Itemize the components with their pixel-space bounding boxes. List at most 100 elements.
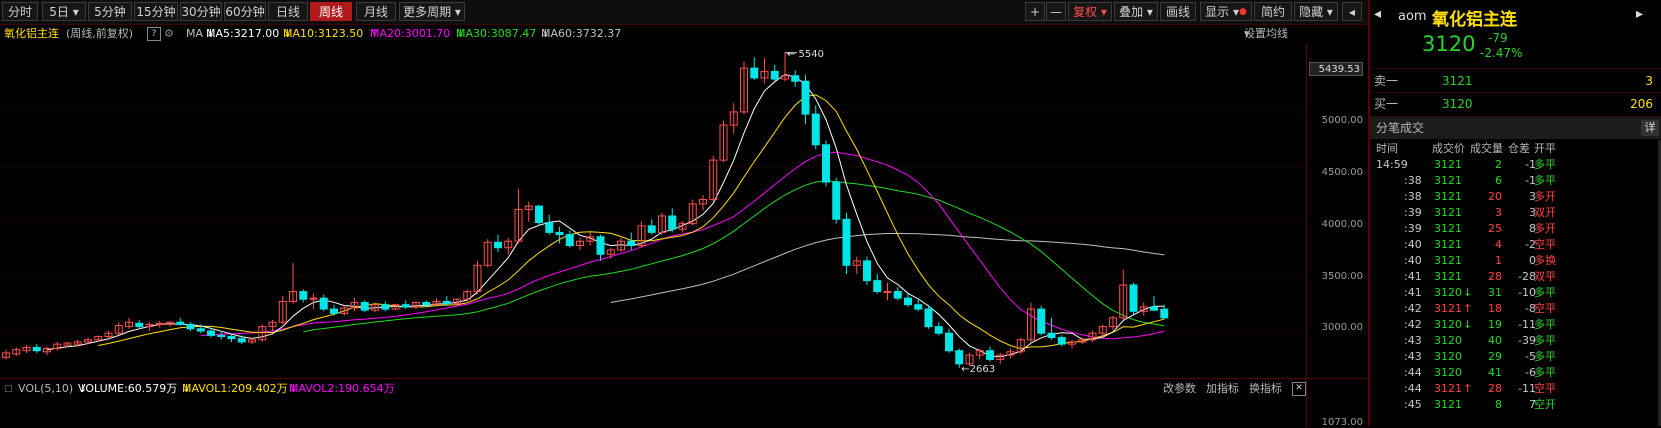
candle-down <box>299 291 308 300</box>
candle-down <box>381 304 390 310</box>
candle-down <box>32 346 41 352</box>
contract-name: 氧化铝主连 <box>4 27 59 40</box>
gear-icon[interactable]: ⚙ <box>164 24 174 44</box>
tick-time: :44 <box>1404 366 1422 379</box>
tick-row: :38 3121 20 3 多开 <box>1370 189 1661 205</box>
kline-svg[interactable]: ← 5540 ←2663 <box>0 44 1306 377</box>
arrow-down-icon: ↓ <box>456 27 466 40</box>
period-tab-5day[interactable]: 5日 ▾ <box>42 2 86 21</box>
candle-down <box>319 297 328 310</box>
price-axis: 5439.53 5000.00 4500.00 4000.00 3500.00 … <box>1306 44 1367 377</box>
chevron-left-icon[interactable]: ◂ <box>1374 6 1381 22</box>
period-tab-60min[interactable]: 60分钟 <box>224 2 266 21</box>
arrow-up-icon: ↑ <box>370 27 380 40</box>
chevron-down-icon: ▾ <box>1146 5 1153 19</box>
tick-volume: 41 <box>1488 366 1502 379</box>
tick-open-close: 多平 <box>1534 158 1556 171</box>
modify-params-button[interactable]: 改参数 <box>1163 379 1196 399</box>
period-tab-daily[interactable]: 日线 <box>268 2 308 21</box>
tick-price: 3121 <box>1434 302 1462 315</box>
arrow-down-icon: ↓ <box>182 382 192 395</box>
candle-down <box>1150 306 1158 311</box>
period-tab-5min[interactable]: 5分钟 <box>88 2 132 21</box>
bid-label: 买一 <box>1374 97 1399 111</box>
period-tab-weekly[interactable]: 周线 <box>310 2 352 21</box>
tick-row: 14:59 3121 2 -1 多平 <box>1370 157 1661 173</box>
low-label: ←2663 <box>961 364 995 375</box>
tick-oi-diff: 8 <box>1529 222 1536 235</box>
display-dropdown[interactable]: 显示 ▾● <box>1200 2 1252 21</box>
candle-down <box>770 70 779 80</box>
chevron-down-icon: ▾ <box>72 5 79 19</box>
tick-row: :45 3121 8 7 空开 <box>1370 397 1661 413</box>
candle-down <box>176 321 185 325</box>
candle-down <box>545 222 554 233</box>
tick-open-close: 双开 <box>1534 206 1556 219</box>
price-change: -79 <box>1488 31 1508 45</box>
tick-volume: 4 <box>1495 238 1502 251</box>
tick-price: 3121 <box>1434 270 1462 283</box>
tick-price: 3120 <box>1434 286 1462 299</box>
ask-price: 3121 <box>1442 74 1473 88</box>
period-tab-30min[interactable]: 30分钟 <box>180 2 222 21</box>
tick-row: :41 3120 ↓ 31 -10 多平 <box>1370 285 1661 301</box>
ask-volume: 3 <box>1645 74 1653 88</box>
collapse-panel-button[interactable]: ◂ <box>1342 2 1362 21</box>
close-icon[interactable]: ✕ <box>1292 382 1306 396</box>
candle-down <box>750 67 759 79</box>
tick-time: :39 <box>1404 222 1422 235</box>
overlay-dropdown[interactable]: 叠加 ▾ <box>1114 2 1158 21</box>
tick-time: :42 <box>1404 318 1422 331</box>
candle-down <box>904 297 912 306</box>
change-indicator-button[interactable]: 换指标 <box>1249 379 1282 399</box>
col-open-close: 开平 <box>1534 142 1556 155</box>
candle-down <box>207 330 215 336</box>
period-tab-monthly[interactable]: 月线 <box>356 2 396 21</box>
detail-button[interactable]: 详 <box>1641 120 1659 136</box>
zoom-in-button[interactable]: + <box>1025 2 1045 21</box>
draw-line-button[interactable]: 画线 <box>1160 2 1196 21</box>
arrow-down-icon: ↓ <box>541 27 551 40</box>
candle-down <box>934 326 943 334</box>
more-periods-dropdown[interactable]: 更多周期 ▾ <box>399 2 465 21</box>
axis-tick: 4000.00 <box>1321 219 1363 230</box>
candle-down <box>1129 284 1138 312</box>
ticks-header: 时间 成交价 成交量 仓差 开平 <box>1370 141 1661 157</box>
chevron-down-icon: ▾ <box>454 5 461 19</box>
tick-time: :39 <box>1404 206 1422 219</box>
chevron-down-icon: ▾ <box>1100 5 1107 19</box>
candle-down <box>801 80 810 115</box>
tick-price: 3120 <box>1434 350 1462 363</box>
help-button[interactable]: ? <box>147 27 161 41</box>
tick-time: :45 <box>1404 398 1422 411</box>
simple-mode-button[interactable]: 简约 <box>1254 2 1292 21</box>
arrow-down-icon: ↓ <box>206 27 216 40</box>
tick-direction-icon: ↓ <box>1463 286 1473 299</box>
period-mode: (周线,前复权) <box>66 27 134 40</box>
candle-down <box>863 260 871 282</box>
chevron-right-icon[interactable]: ▸ <box>1636 6 1643 22</box>
candle-down <box>227 335 236 340</box>
tick-price: 3121 <box>1434 254 1462 267</box>
arrow-down-icon: ↓ <box>78 382 88 395</box>
kline-chart[interactable]: ← 5540 ←2663 <box>0 44 1306 377</box>
candle-down <box>924 308 933 328</box>
ma5-text: MA5:3217.00 <box>206 27 280 40</box>
candle-down <box>135 322 144 328</box>
tick-oi-diff: -10 <box>1518 286 1536 299</box>
tick-oi-diff: -1 <box>1525 158 1536 171</box>
tick-oi-diff: -8 <box>1525 302 1536 315</box>
period-tab-fenshi[interactable]: 分时 <box>2 2 38 21</box>
period-tab-15min[interactable]: 15分钟 <box>134 2 178 21</box>
tick-open-close: 多平 <box>1534 286 1556 299</box>
add-indicator-button[interactable]: 加指标 <box>1206 379 1239 399</box>
candle-down <box>422 302 431 306</box>
zoom-out-button[interactable]: — <box>1046 2 1066 21</box>
adjust-dropdown[interactable]: 复权 ▾ <box>1068 2 1112 21</box>
tick-time: :43 <box>1404 334 1422 347</box>
tick-row: :42 3121 ↑ 18 -8 空平 <box>1370 301 1661 317</box>
tick-volume: 40 <box>1488 334 1502 347</box>
tick-volume: 18 <box>1488 302 1502 315</box>
tick-row: :44 3120 41 -6 多平 <box>1370 365 1661 381</box>
hide-dropdown[interactable]: 隐藏 ▾ <box>1294 2 1338 21</box>
